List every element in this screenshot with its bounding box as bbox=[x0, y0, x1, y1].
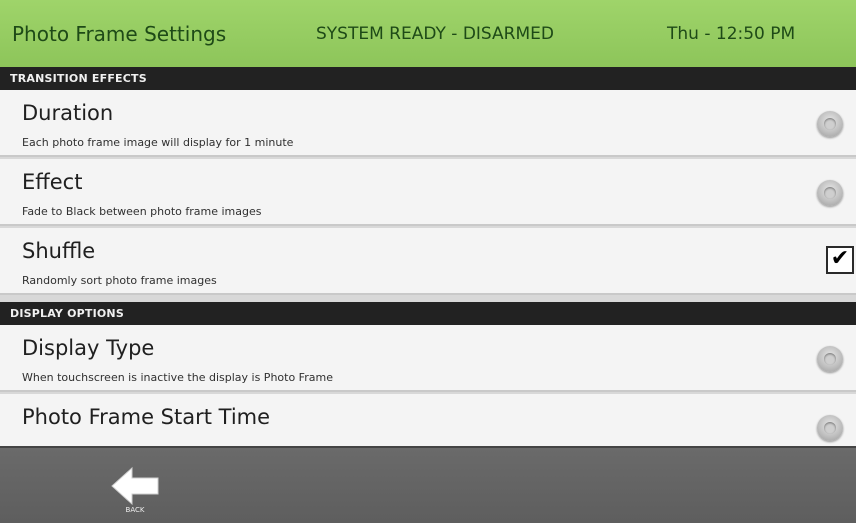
setting-row-shuffle[interactable]: Shuffle Randomly sort photo frame images… bbox=[0, 228, 856, 295]
radio-button-icon[interactable] bbox=[817, 111, 843, 137]
shuffle-checkbox[interactable]: ✔ bbox=[826, 246, 854, 274]
system-status: SYSTEM READY - DISARMED bbox=[316, 24, 554, 44]
setting-description: Fade to Black between photo frame images bbox=[22, 205, 262, 218]
setting-description: When touchscreen is inactive the display… bbox=[22, 371, 333, 384]
section-transition-effects: TRANSITION EFFECTS bbox=[0, 67, 856, 90]
clock: Thu - 12:50 PM bbox=[667, 24, 796, 44]
setting-row-display-type[interactable]: Display Type When touchscreen is inactiv… bbox=[0, 325, 856, 392]
setting-description: Each photo frame image will display for … bbox=[22, 136, 294, 149]
setting-description: Randomly sort photo frame images bbox=[22, 274, 217, 287]
setting-title: Photo Frame Start Time bbox=[22, 405, 271, 429]
setting-title: Shuffle bbox=[22, 239, 96, 263]
footer-bar: BACK bbox=[0, 446, 856, 523]
radio-button-icon[interactable] bbox=[817, 415, 843, 441]
setting-title: Effect bbox=[22, 170, 83, 194]
setting-title: Display Type bbox=[22, 336, 155, 360]
back-arrow-icon bbox=[111, 466, 159, 506]
page-title: Photo Frame Settings bbox=[12, 22, 227, 46]
radio-button-icon[interactable] bbox=[817, 180, 843, 206]
back-button[interactable]: BACK bbox=[105, 466, 165, 522]
back-label: BACK bbox=[125, 506, 145, 514]
radio-button-icon[interactable] bbox=[817, 346, 843, 372]
section-display-options: DISPLAY OPTIONS bbox=[0, 302, 856, 325]
setting-row-duration[interactable]: Duration Each photo frame image will dis… bbox=[0, 90, 856, 157]
setting-row-effect[interactable]: Effect Fade to Black between photo frame… bbox=[0, 159, 856, 226]
header-bar: Photo Frame Settings SYSTEM READY - DISA… bbox=[0, 0, 856, 67]
setting-title: Duration bbox=[22, 101, 114, 125]
